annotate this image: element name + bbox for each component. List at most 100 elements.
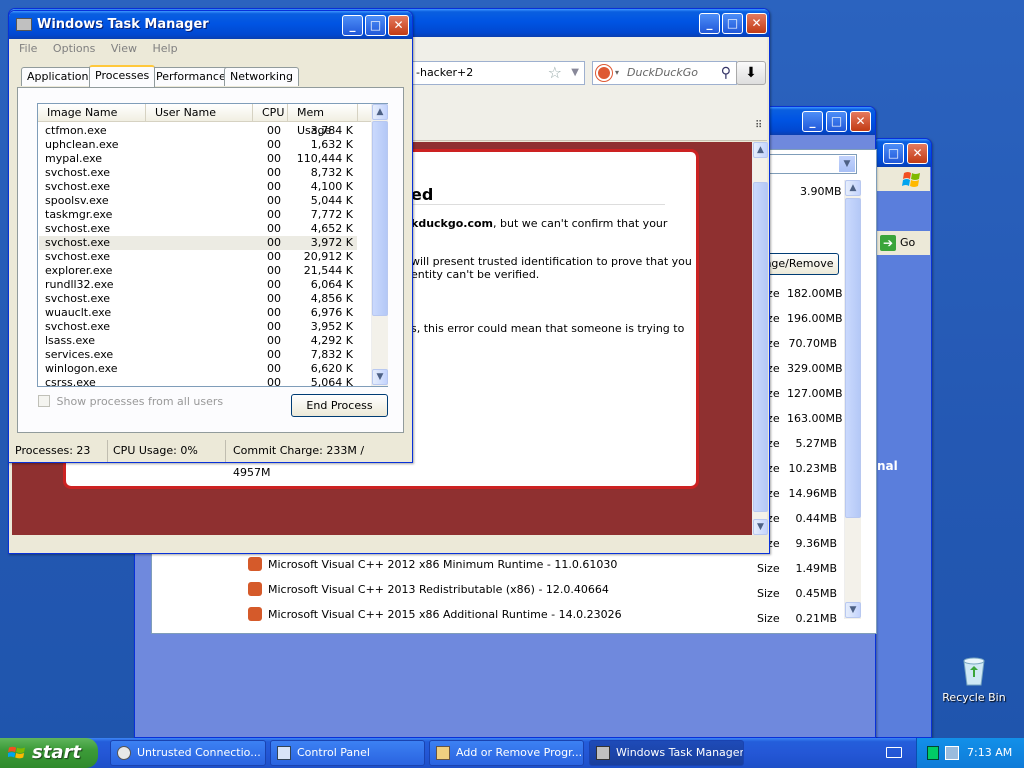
add-remove-scrollbar[interactable]: ▲ ▼ [844,180,861,619]
browser-scrollbar[interactable]: ▲ ▼ [752,142,768,535]
process-cpu: 00 [267,208,281,221]
menu-grip-icon[interactable]: ⠿ [755,120,762,131]
size-value: 70.70MB [788,337,837,350]
scroll-up-button[interactable]: ▲ [753,142,768,158]
start-button[interactable]: start [0,738,98,768]
scroll-thumb[interactable] [753,182,768,512]
process-row[interactable]: lsass.exe 00 4,292 K [39,334,357,348]
program-row[interactable]: Microsoft Visual C++ 2015 x86 Additional… [248,603,622,627]
maximize-button[interactable]: □ [365,15,386,36]
size-value: 163.00MB [787,412,843,425]
column-user-name[interactable]: User Name [146,104,253,122]
show-all-users-label: Show processes from all users [56,395,224,408]
program-row[interactable]: Microsoft Visual C++ 2012 x86 Minimum Ru… [248,553,617,577]
menu-file[interactable]: File [19,42,37,55]
process-row[interactable]: svchost.exe 00 3,952 K [39,320,357,334]
process-row[interactable]: wuauclt.exe 00 6,976 K [39,306,357,320]
menu-help[interactable]: Help [152,42,177,55]
taskbar-item-control-panel[interactable]: Control Panel [270,740,425,766]
size-value: 329.00MB [787,362,843,375]
column-image-name[interactable]: Image Name [38,104,146,122]
process-row[interactable]: svchost.exe 00 3,972 K [39,236,357,250]
tab-performance[interactable]: Performance [150,67,232,86]
url-bar[interactable]: -hacker+2 ☆ ▼ [395,61,585,85]
task-manager-tray-icon[interactable] [927,746,939,760]
size-value: 14.96MB [788,487,837,500]
process-row[interactable]: explorer.exe 00 21,544 K [39,264,357,278]
process-name: ctfmon.exe [45,124,107,137]
taskbar-item-add-remove[interactable]: Add or Remove Progr... [429,740,584,766]
column-mem-usage[interactable]: Mem Usage [288,104,358,137]
go-button[interactable]: ➔ Go [878,234,924,252]
maximize-button[interactable]: □ [883,143,904,164]
scroll-up-button[interactable]: ▲ [845,180,861,196]
process-row[interactable]: csrss.exe 00 5,064 K [39,376,357,390]
process-row[interactable]: spoolsv.exe 00 5,044 K [39,194,357,208]
taskbar-item-task-manager[interactable]: Windows Task Manager [589,740,744,766]
process-scrollbar[interactable]: ▲ ▼ [371,104,388,386]
process-row[interactable]: mypal.exe 00 110,444 K [39,152,357,166]
process-name: explorer.exe [45,264,113,277]
change-remove-label: nge/Remove [764,257,834,270]
scroll-thumb[interactable] [372,121,388,316]
process-row[interactable]: svchost.exe 00 8,732 K [39,166,357,180]
process-name: mypal.exe [45,152,103,165]
process-row[interactable]: svchost.exe 00 4,652 K [39,222,357,236]
recycle-bin-shortcut[interactable]: Recycle Bin [940,655,1008,710]
end-process-button[interactable]: End Process [291,394,388,417]
search-bar[interactable]: ▾ DuckDuckGo ⚲ [592,61,737,85]
process-row[interactable]: services.exe 00 7,832 K [39,348,357,362]
keyboard-icon[interactable] [886,747,902,758]
minimize-button[interactable]: _ [802,111,823,132]
process-row[interactable]: svchost.exe 00 4,856 K [39,292,357,306]
close-button[interactable]: ✕ [746,13,767,34]
tab-networking[interactable]: Networking [224,67,299,86]
close-button[interactable]: ✕ [907,143,928,164]
process-row[interactable]: ctfmon.exe 00 3,784 K [39,124,357,138]
chevron-down-icon: ▼ [839,156,855,172]
error-line-2: will present trusted identification to p… [411,255,692,268]
error-title-underline [411,204,665,205]
minimize-button[interactable]: _ [342,15,363,36]
process-row[interactable]: svchost.exe 00 4,100 K [39,180,357,194]
tab-processes[interactable]: Processes [89,65,156,87]
search-engine-dropdown-icon[interactable]: ▾ [615,62,619,84]
process-list-header: Image Name User Name CPU Mem Usage [38,104,371,137]
program-row[interactable]: Microsoft Visual C++ 2013 Redistributabl… [248,578,609,602]
column-cpu[interactable]: CPU [253,104,288,122]
scroll-down-button[interactable]: ▼ [372,369,388,385]
show-all-users-option[interactable]: Show processes from all users [38,395,223,408]
process-name: taskmgr.exe [45,208,113,221]
end-process-label: End Process [306,399,373,412]
process-name: svchost.exe [45,250,111,263]
process-list[interactable]: Image Name User Name CPU Mem Usage ctfmo… [37,103,388,390]
scroll-down-button[interactable]: ▼ [845,602,861,618]
process-row[interactable]: winlogon.exe 00 6,620 K [39,362,357,376]
bookmark-star-icon[interactable]: ☆ [548,62,562,84]
maximize-button[interactable]: □ [722,13,743,34]
close-button[interactable]: ✕ [850,111,871,132]
process-row[interactable]: uphclean.exe 00 1,632 K [39,138,357,152]
error-line-1-rest: , but we can't confirm that your [493,217,668,230]
search-icon[interactable]: ⚲ [721,62,731,84]
scroll-down-button[interactable]: ▼ [753,519,768,535]
process-name: lsass.exe [45,334,95,347]
add-remove-sort-select[interactable]: ▼ [769,154,857,174]
scroll-up-button[interactable]: ▲ [372,104,388,120]
process-row[interactable]: svchost.exe 00 20,912 K [39,250,357,264]
network-icon[interactable] [945,746,959,760]
minimize-button[interactable]: _ [699,13,720,34]
taskbar-item-browser[interactable]: Untrusted Connectio... [110,740,266,766]
close-button[interactable]: ✕ [388,15,409,36]
show-all-users-checkbox[interactable] [38,395,50,407]
menu-view[interactable]: View [111,42,137,55]
downloads-button[interactable]: ⬇ [736,61,766,85]
scroll-thumb[interactable] [845,198,861,518]
process-row[interactable]: rundll32.exe 00 6,064 K [39,278,357,292]
process-mem: 4,100 K [310,180,353,193]
maximize-button[interactable]: □ [826,111,847,132]
menu-options[interactable]: Options [53,42,95,55]
process-row[interactable]: taskmgr.exe 00 7,772 K [39,208,357,222]
change-remove-button[interactable]: nge/Remove [759,253,839,275]
url-dropdown-icon[interactable]: ▼ [571,62,579,84]
